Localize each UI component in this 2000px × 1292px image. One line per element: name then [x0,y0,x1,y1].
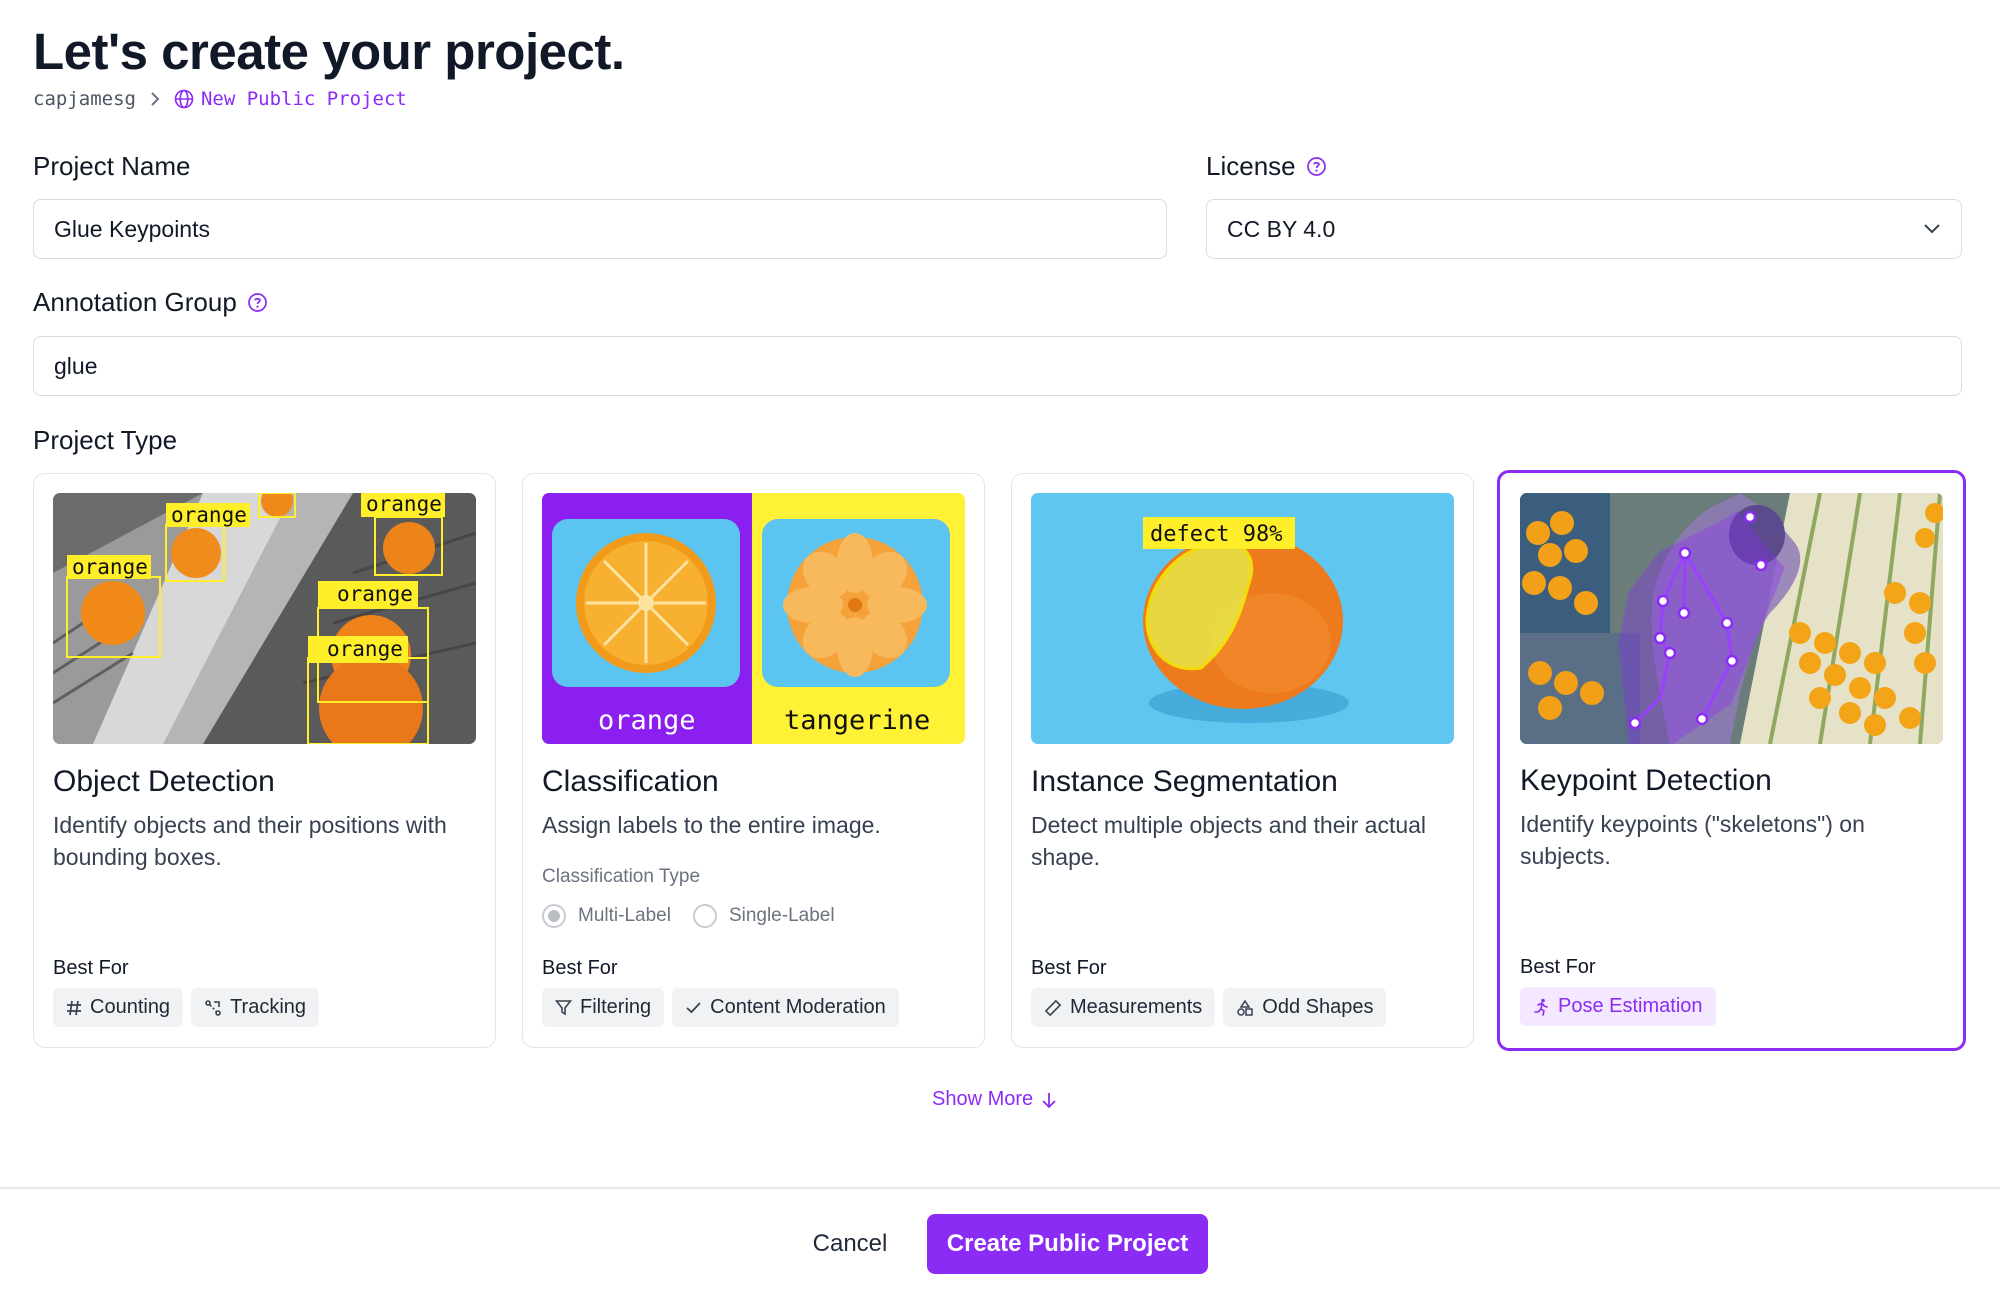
license-value: CC BY 4.0 [1227,215,1336,242]
card-title: Object Detection [53,765,275,798]
project-type-label: Project Type [33,425,177,456]
tag-label: Pose Estimation [1558,995,1703,1017]
tag-counting: Counting [53,988,184,1027]
annotation-group-input[interactable]: glue [33,336,1962,396]
breadcrumb-user[interactable]: capjamesg [33,88,136,110]
create-project-page: Let's create your project. capjamesg New… [0,0,2000,1292]
radio-label: Multi-Label [578,905,671,926]
chevron-down-icon [1924,224,1940,234]
card-title: Keypoint Detection [1520,764,1772,797]
create-public-project-button[interactable]: Create Public Project [927,1214,1208,1274]
tag-list: Pose Estimation [1520,987,1716,1026]
radio-indicator [692,904,717,928]
annotation-group-label: Annotation Group [33,287,268,318]
project-type-label-text: Project Type [33,425,178,455]
project-type-card-classification[interactable]: orange tangerine Classification Assign l… [522,473,985,1048]
radio-label: Single-Label [728,905,835,926]
tag-label: Odd Shapes [1262,996,1374,1018]
project-name-value: Glue Keypoints [54,215,210,242]
show-more-link[interactable]: Show More [932,1088,1057,1111]
best-for-label: Best For [542,957,618,979]
best-for-label: Best For [1031,957,1107,979]
tag-odd-shapes: Odd Shapes [1223,988,1387,1027]
filter-icon [555,1000,572,1016]
project-name-input[interactable]: Glue Keypoints [33,199,1167,259]
arrow-down-icon [1042,1092,1056,1108]
tracking-icon [205,999,221,1016]
classification-type-radios: Multi-Label Single-Label [542,904,835,928]
tag-tracking: Tracking [191,988,320,1027]
classification-type-label: Classification Type [542,866,701,887]
cancel-button[interactable]: Cancel [794,1215,906,1273]
svg-text:orange: orange [327,637,403,661]
help-icon[interactable] [247,292,268,313]
check-icon [686,1002,701,1014]
instance-segmentation-image: defect 98% [1031,493,1454,744]
card-title: Instance Segmentation [1031,765,1338,798]
shapes-icon [1237,999,1254,1016]
svg-text:tangerine: tangerine [784,705,930,736]
chevron-right-icon [151,92,160,106]
tag-label: Tracking [230,996,307,1018]
tag-list: Counting Tracking [53,988,320,1027]
tag-label: Counting [90,996,171,1018]
card-description: Identify objects and their positions wit… [53,812,447,870]
hash-icon [67,1000,81,1015]
svg-text:orange: orange [337,582,413,606]
license-label-text: License [1206,151,1296,181]
project-type-card-instance-segmentation[interactable]: defect 98% Instance Segmentation Detect … [1011,473,1474,1048]
card-title: Classification [542,765,719,798]
help-icon[interactable] [1306,156,1327,177]
svg-text:orange: orange [171,503,247,527]
radio-indicator [542,904,566,928]
tag-content-moderation: Content Moderation [672,988,899,1027]
tag-measurements: Measurements [1031,988,1216,1027]
object-detection-image: orange orange orange orange orange [53,493,476,744]
tag-list: Filtering Content Moderation [542,988,899,1027]
show-more-label: Show More [932,1088,1034,1110]
card-description: Assign labels to the entire image. [542,812,881,838]
page-title: Let's create your project. [33,23,625,80]
project-type-card-object-detection[interactable]: orange orange orange orange orange Objec… [33,473,496,1048]
annotation-group-value: glue [54,352,98,379]
radio-multi-label[interactable]: Multi-Label [542,904,671,928]
card-description: Identify keypoints ("skeletons") on subj… [1520,811,1865,869]
svg-text:defect 98%: defect 98% [1150,522,1282,547]
project-name-label-text: Project Name [33,151,191,181]
tag-list: Measurements Odd Shapes [1031,988,1387,1027]
project-type-card-keypoint-detection[interactable]: Keypoint Detection Identify keypoints ("… [1497,470,1966,1051]
footer-divider [0,1187,2000,1189]
tag-pose-estimation: Pose Estimation [1520,987,1716,1026]
breadcrumb: capjamesg New Public Project [33,88,407,110]
globe-icon [174,89,194,109]
annotation-group-label-text: Annotation Group [33,287,237,317]
classification-image: orange tangerine [542,493,965,744]
running-person-icon [1534,998,1548,1016]
keypoint-detection-image [1520,493,1943,744]
svg-text:orange: orange [72,555,148,579]
project-name-label: Project Name [33,151,191,182]
tag-label: Filtering [580,996,652,1018]
tag-filtering: Filtering [542,988,665,1027]
license-label: License [1206,151,1327,182]
svg-text:orange: orange [598,705,696,736]
svg-text:orange: orange [366,493,442,516]
tag-label: Content Moderation [710,996,886,1018]
best-for-label: Best For [53,957,129,979]
license-select[interactable]: CC BY 4.0 [1206,199,1962,259]
tag-label: Measurements [1070,996,1203,1018]
breadcrumb-current-label: New Public Project [200,88,407,110]
radio-single-label[interactable]: Single-Label [692,904,835,928]
card-description: Detect multiple objects and their actual… [1031,812,1427,870]
breadcrumb-current: New Public Project [174,88,407,110]
ruler-icon [1044,999,1062,1016]
best-for-label: Best For [1520,956,1596,978]
